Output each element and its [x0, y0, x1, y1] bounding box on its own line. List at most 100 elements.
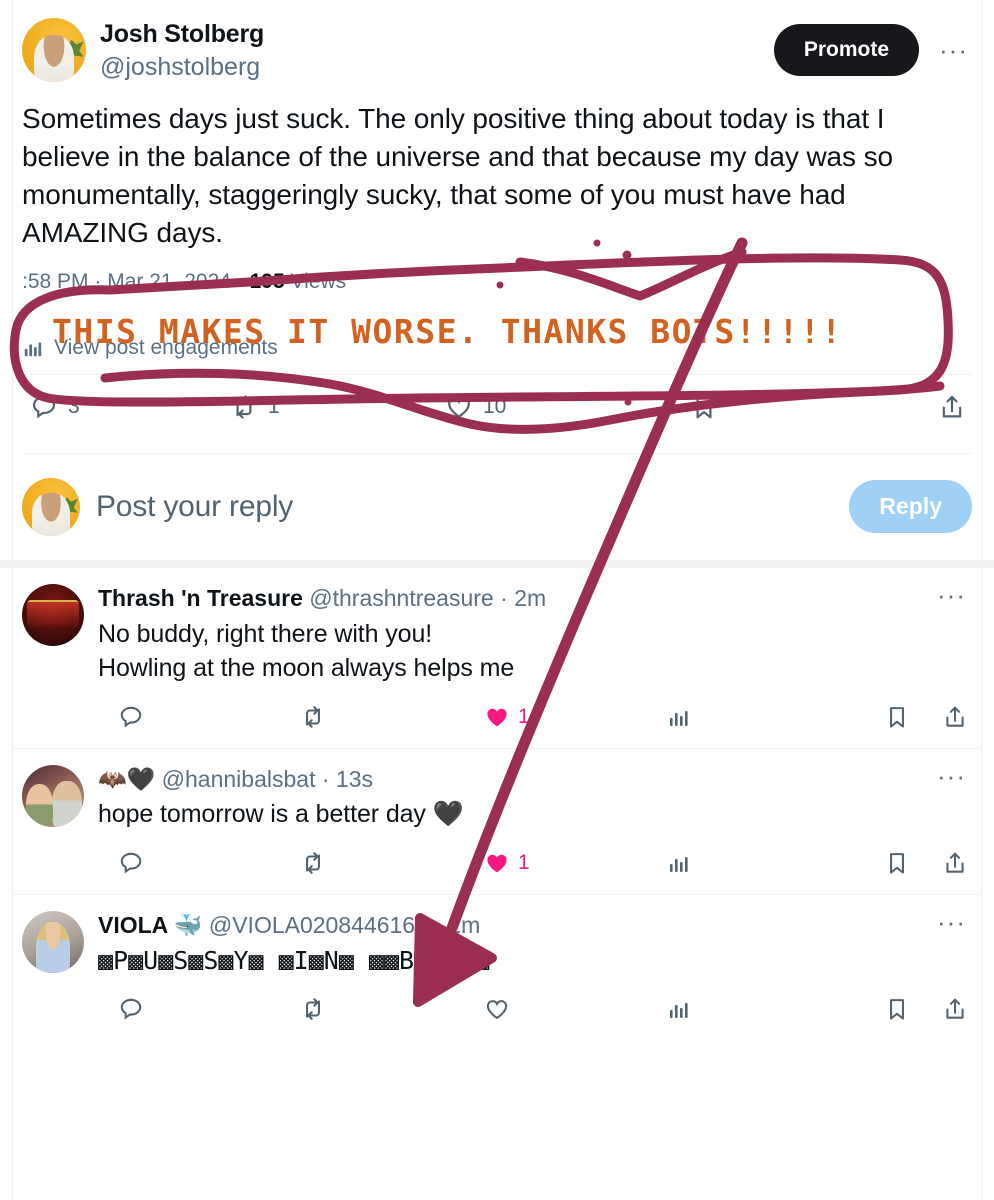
heart-icon — [445, 393, 473, 421]
reply-sep: · — [315, 765, 336, 792]
reply-bookmark-action[interactable] — [884, 996, 942, 1022]
bookmark-icon — [884, 704, 910, 730]
post-timestamp: :58 PM — [22, 270, 89, 294]
reply-reply-action[interactable] — [96, 996, 286, 1022]
analytics-icon — [22, 337, 44, 359]
share-icon — [942, 850, 968, 876]
reply-handle[interactable]: @VIOLA0208446168 — [209, 912, 428, 938]
avatar-viola[interactable] — [22, 910, 84, 973]
post-bookmark-action[interactable] — [682, 393, 938, 421]
share-icon — [942, 996, 968, 1022]
post-detail-page: Josh Stolberg @joshstolberg Promote ··· … — [0, 0, 994, 1200]
reply-icon — [118, 996, 144, 1022]
reply-bookmark-action[interactable] — [884, 850, 942, 876]
reply-text: hope tomorrow is a better day 🖤 — [98, 800, 464, 829]
bookmark-icon — [884, 850, 910, 876]
reply-views-action[interactable] — [661, 997, 884, 1021]
reply-share-action[interactable] — [942, 850, 972, 876]
meta-sep-1: · — [88, 270, 108, 294]
reply-like-action[interactable]: 1 — [476, 850, 661, 876]
heart-icon — [484, 996, 510, 1022]
avatar-thrashntreasure[interactable] — [22, 583, 84, 646]
reply-bookmark-action[interactable] — [884, 704, 942, 730]
reply-more-options-icon[interactable]: ··· — [933, 909, 970, 935]
repost-icon — [300, 704, 326, 730]
reply-views-action[interactable] — [661, 851, 884, 875]
reply-display-name[interactable]: VIOLA 🐳 — [98, 912, 202, 938]
post-action-bar: 3 1 10 — [22, 375, 972, 439]
reply-display-name[interactable]: Thrash 'n Treasure — [98, 585, 303, 611]
reply-handle[interactable]: @thrashntreasure — [309, 585, 493, 611]
page-right-border — [981, 0, 982, 1200]
reply-sep: · — [427, 911, 449, 938]
post-date: Mar 21, 2024 — [107, 270, 231, 294]
analytics-icon — [667, 997, 691, 1021]
post-text: Sometimes days just suck. The only posit… — [22, 103, 893, 249]
reply-reply-action[interactable] — [96, 704, 286, 730]
reply-time[interactable]: 2m — [448, 912, 480, 938]
reply-views-action[interactable] — [661, 705, 884, 729]
reply-author-line[interactable]: VIOLA 🐳 @VIOLA0208446168 · 2m — [98, 911, 972, 941]
reply-repost-action[interactable] — [286, 850, 476, 876]
post-like-count: 10 — [483, 394, 507, 418]
reply-display-name[interactable]: 🦇🖤 — [98, 766, 155, 792]
reply-icon — [118, 850, 144, 876]
author-display-name[interactable]: Josh Stolberg — [100, 20, 774, 50]
reply-share-action[interactable] — [942, 704, 972, 730]
page-left-border — [12, 0, 13, 1200]
reply-time[interactable]: 2m — [514, 585, 546, 611]
reply-like-action[interactable] — [476, 996, 661, 1022]
reply-repost-action[interactable] — [286, 996, 476, 1022]
post-reply-action[interactable]: 3 — [22, 393, 222, 421]
reply-reply-action[interactable] — [96, 850, 286, 876]
post-metadata-row: :58 PM · Mar 21, 2024 · 195 Views — [22, 268, 972, 295]
reply-like-action[interactable]: 1 — [476, 704, 661, 730]
reply-action-bar: 1 — [96, 686, 972, 748]
reply-icon — [30, 393, 58, 421]
reply-more-options-icon[interactable]: ··· — [933, 582, 970, 608]
author-identity[interactable]: Josh Stolberg @joshstolberg — [100, 18, 774, 82]
reply-action-bar — [96, 978, 972, 1040]
reply-text: ▩P▩U▩S▩S▩Y▩ ▩I▩N▩ ▩▩B▩I▩O▩ — [98, 945, 490, 975]
reply-action-bar: 1 — [96, 832, 972, 894]
reply-share-action[interactable] — [942, 996, 972, 1022]
share-icon — [938, 393, 966, 421]
reply-item: ··· Thrash 'n Treasure @thrashntreasure … — [22, 568, 972, 748]
annotation-overlay-text: THIS MAKES IT WORSE. THANKS BOTS!!!!! — [52, 312, 843, 351]
post-header-actions: Promote ··· — [773, 18, 972, 76]
avatar-josh-stolberg[interactable] — [22, 18, 86, 82]
author-handle[interactable]: @joshstolberg — [100, 52, 774, 83]
reply-time[interactable]: 13s — [336, 766, 373, 792]
post-views-count: 195 — [249, 270, 285, 294]
post-header: Josh Stolberg @joshstolberg Promote ··· — [22, 0, 972, 82]
bookmark-icon — [690, 393, 718, 421]
reply-composer: Post your reply Reply — [22, 454, 972, 560]
post-more-options-icon[interactable]: ··· — [935, 37, 972, 63]
post-repost-action[interactable]: 1 — [222, 393, 437, 421]
reply-handle[interactable]: @hannibalsbat — [162, 766, 316, 792]
post-like-action[interactable]: 10 — [437, 393, 682, 421]
promote-button[interactable]: Promote — [773, 24, 920, 76]
post-views-label: Views — [290, 270, 347, 294]
heart-icon — [484, 850, 510, 876]
reply-sep: · — [493, 584, 515, 611]
repost-icon — [300, 996, 326, 1022]
heart-icon — [484, 704, 510, 730]
post-reply-count: 3 — [68, 394, 80, 418]
reply-item: ··· VIOLA 🐳 @VIOLA0208446168 · 2m ▩P▩U▩S… — [22, 895, 972, 1040]
avatar-hannibalsbat[interactable] — [22, 764, 84, 827]
reply-repost-action[interactable] — [286, 704, 476, 730]
reply-author-line[interactable]: Thrash 'n Treasure @thrashntreasure · 2m — [98, 584, 972, 614]
share-icon — [942, 704, 968, 730]
reply-input[interactable]: Post your reply — [96, 490, 849, 524]
analytics-icon — [667, 705, 691, 729]
composer-avatar[interactable] — [22, 477, 80, 536]
repost-icon — [230, 393, 258, 421]
reply-submit-button[interactable]: Reply — [849, 480, 972, 534]
reply-item: ··· 🦇🖤 @hannibalsbat · 13s hope tomorrow… — [22, 749, 972, 894]
reply-more-options-icon[interactable]: ··· — [933, 763, 970, 789]
post-share-action[interactable] — [938, 393, 972, 421]
reply-icon — [118, 704, 144, 730]
reply-author-line[interactable]: 🦇🖤 @hannibalsbat · 13s — [98, 765, 972, 795]
repost-icon — [300, 850, 326, 876]
